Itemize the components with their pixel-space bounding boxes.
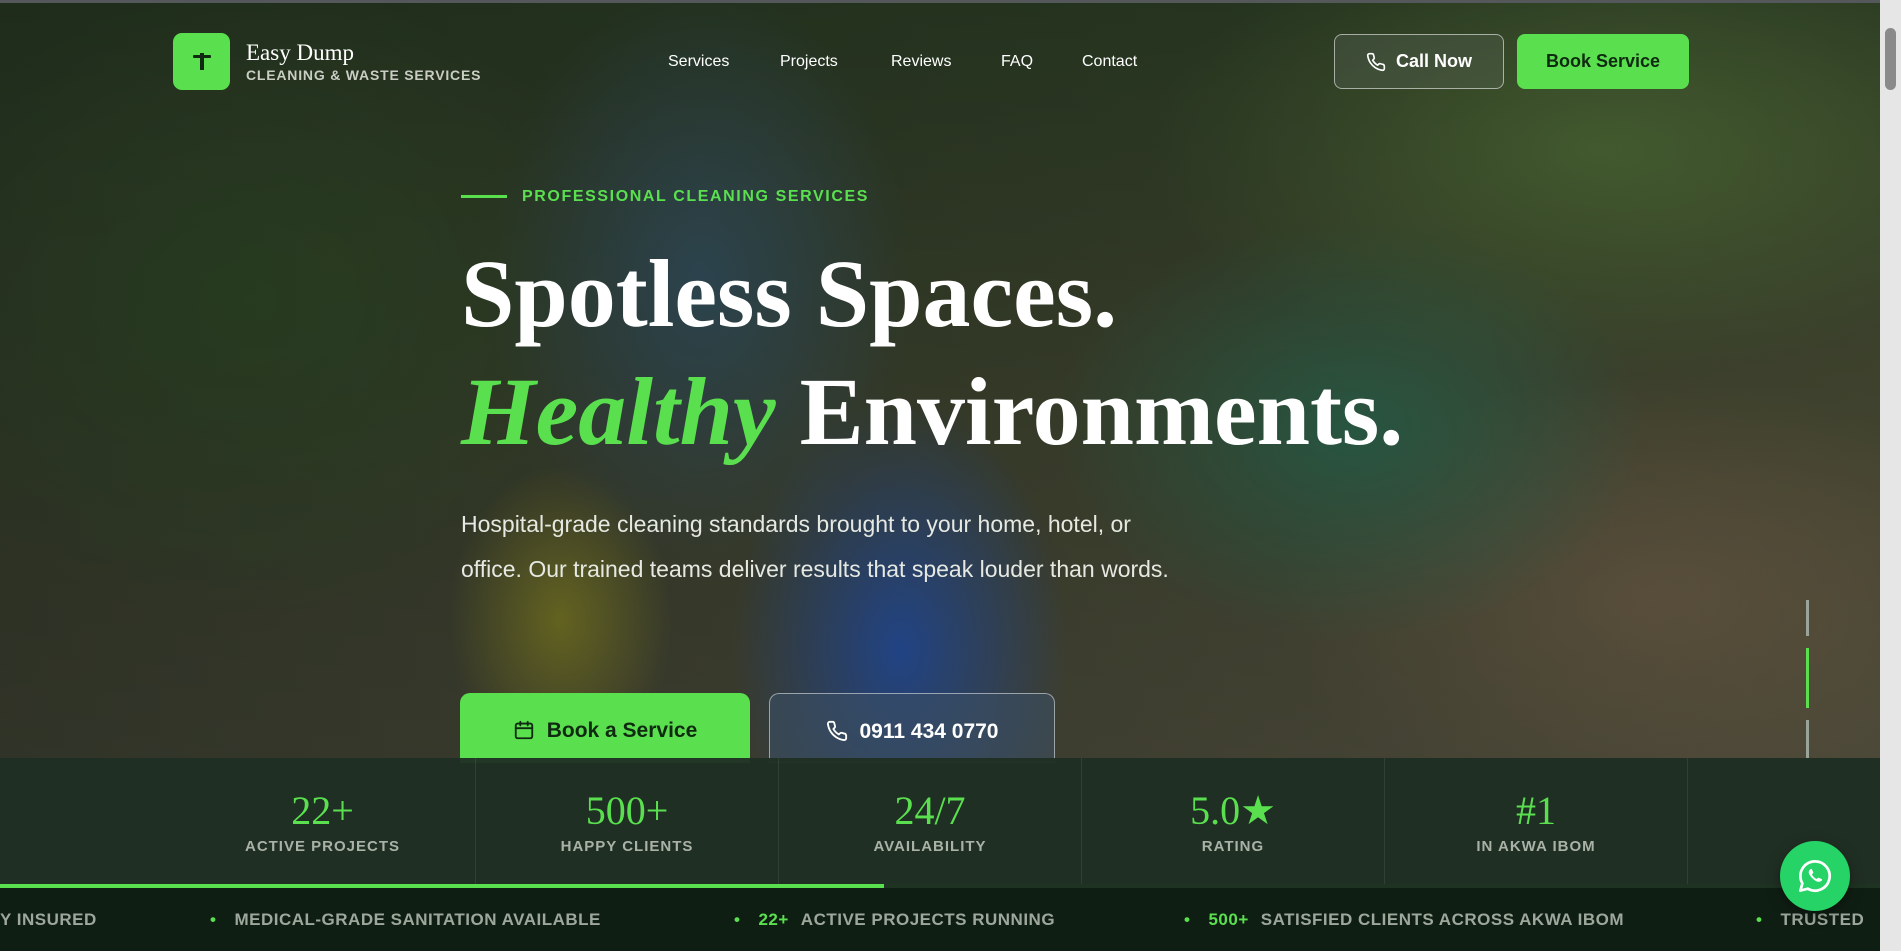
top-edge [0,0,1901,3]
brand-tagline: CLEANING & WASTE SERVICES [246,67,482,83]
phone-number-button[interactable]: 0911 434 0770 [769,693,1055,763]
stat-value: 5.0★ [1190,788,1276,833]
whatsapp-button[interactable] [1780,841,1850,911]
logo[interactable] [173,33,230,90]
ticker-number: 500+ [1208,910,1249,929]
stat-value: 500+ [585,788,669,833]
ticker-text: ACTIVE PROJECTS RUNNING [800,910,1056,929]
ticker-item: • 22+ ACTIVE PROJECTS RUNNING [734,910,1055,930]
slide-indicator-1[interactable] [1806,600,1809,636]
eyebrow-line [461,195,507,198]
headline-line2: Environments. [799,358,1404,465]
nav-services[interactable]: Services [668,53,729,71]
book-a-service-button[interactable]: Book a Service [460,693,750,763]
stat-label: ACTIVE PROJECTS [244,838,401,855]
ticker-dot: • [1184,910,1191,929]
phone-icon [1366,52,1386,71]
stat-value: 24/7 [894,788,966,833]
whatsapp-icon [1799,860,1831,892]
ticker-item: Y INSURED [0,910,97,930]
stat-item: 500+ HAPPY CLIENTS [476,758,779,885]
call-now-button[interactable]: Call Now [1334,34,1504,89]
stat-label: HAPPY CLIENTS [560,838,694,855]
page-scrollbar[interactable] [1880,0,1901,951]
hero-eyebrow: PROFESSIONAL CLEANING SERVICES [522,188,870,205]
nav-projects[interactable]: Projects [780,53,838,71]
stat-value: 22+ [291,788,354,833]
nav-reviews[interactable]: Reviews [891,53,951,71]
book-service-button[interactable]: Book Service [1517,34,1689,89]
ticker-item: • 500+ SATISFIED CLIENTS ACROSS AKWA IBOM [1184,910,1624,930]
ticker-number: 22+ [758,910,789,929]
ticker-item: • TRUSTED [1756,910,1864,930]
stat-label: RATING [1201,838,1265,855]
scrollbar-thumb[interactable] [1885,28,1896,90]
stat-item: 24/7 AVAILABILITY [779,758,1082,885]
headline-line1: Spotless Spaces. [461,240,1118,347]
stats-bar: 22+ ACTIVE PROJECTS 500+ HAPPY CLIENTS 2… [0,758,1880,885]
ticker-dot: • [210,910,217,929]
hero-lead: Hospital-grade cleaning standards brough… [461,511,1169,582]
stat-label: AVAILABILITY [873,838,987,855]
call-now-label: Call Now [1395,51,1472,71]
ticker-dot: • [734,910,741,929]
stat-label: IN AKWA IBOM [1476,838,1596,855]
stat-item: #1 IN AKWA IBOM [1385,758,1688,885]
phone-icon [826,720,847,741]
stat-item: 22+ ACTIVE PROJECTS [0,758,476,885]
ticker-text: MEDICAL-GRADE SANITATION AVAILABLE [234,910,601,929]
ticker-text: SATISFIED CLIENTS ACROSS AKWA IBOM [1260,910,1625,929]
ticker-dot: • [1756,910,1763,929]
hero-headline: Spotless Spaces. Healthy Environments. [461,235,1403,471]
stat-item: 5.0★ RATING [1082,758,1385,885]
headline-accent: Healthy [461,358,776,465]
ticker-bar: Y INSURED • MEDICAL-GRADE SANITATION AVAI… [0,888,1880,951]
calendar-icon [514,720,533,740]
book-a-service-label: Book a Service [546,719,698,742]
slide-indicator-2[interactable] [1806,648,1809,708]
stat-value: #1 [1516,788,1556,833]
brand-name[interactable]: Easy Dump [246,40,354,66]
ticker-text: TRUSTED [1780,910,1865,929]
ticker-item: • MEDICAL-GRADE SANITATION AVAILABLE [210,910,601,930]
phone-number-label: 0911 434 0770 [859,720,999,743]
trash-bin-icon [192,52,211,70]
slide-indicator-3[interactable] [1806,720,1809,758]
nav-contact[interactable]: Contact [1082,53,1137,71]
ticker-text: Y INSURED [0,910,97,929]
nav-faq[interactable]: FAQ [1001,53,1033,71]
